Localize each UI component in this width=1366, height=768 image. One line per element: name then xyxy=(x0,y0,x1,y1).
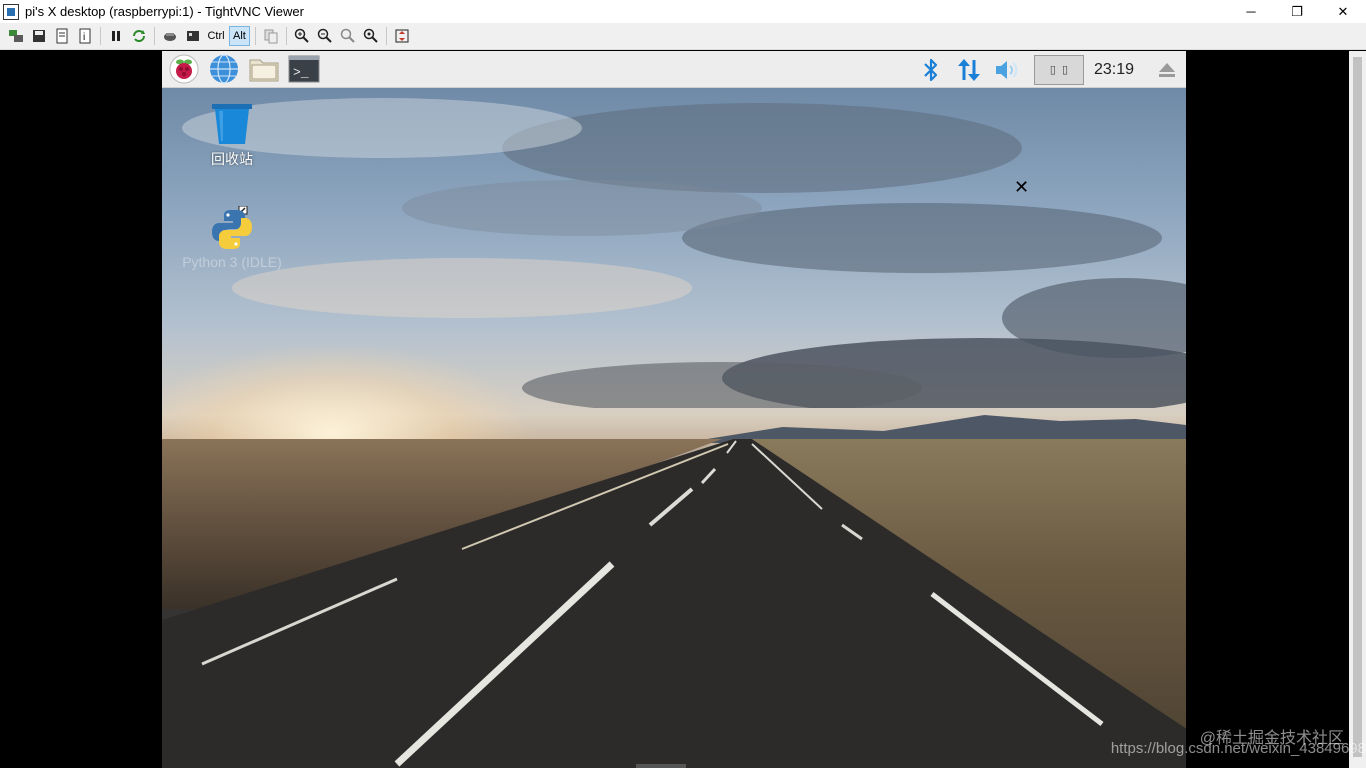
close-button[interactable]: ✕ xyxy=(1320,0,1366,23)
scrollbar-thumb[interactable] xyxy=(1353,57,1362,757)
ctrl-esc-icon[interactable] xyxy=(183,26,203,46)
road-lane-markings xyxy=(201,440,1104,767)
volume-icon[interactable] xyxy=(994,57,1020,83)
ctrl-alt-del-icon[interactable] xyxy=(160,26,180,46)
terminal-prompt-glyph: >_ xyxy=(293,65,309,80)
file-manager-icon[interactable] xyxy=(248,53,280,85)
zoom-in-icon[interactable] xyxy=(292,26,312,46)
refresh-icon[interactable] xyxy=(129,26,149,46)
window-title: pi's X desktop (raspberrypi:1) - TightVN… xyxy=(25,4,304,19)
toolbar-divider xyxy=(154,27,155,45)
ctrl-toggle[interactable]: Ctrl xyxy=(206,26,226,46)
toolbar-divider xyxy=(285,27,287,45)
toolbar-divider xyxy=(254,27,256,45)
minimize-button[interactable]: ─ xyxy=(1228,0,1274,23)
toolbar-divider xyxy=(385,27,387,45)
remote-desktop[interactable]: >_ ▯ ▯ 23:19 回收站 Python 3 (IDLE) ✕ xyxy=(162,51,1186,768)
bluetooth-icon[interactable] xyxy=(918,57,944,83)
panel-clock[interactable]: 23:19 xyxy=(1094,61,1134,79)
wallpaper-clouds xyxy=(182,98,1186,408)
x-cursor-icon: ✕ xyxy=(1014,177,1030,197)
workspace-2[interactable]: ▯ xyxy=(1062,63,1068,76)
info-icon[interactable]: i xyxy=(75,26,95,46)
workspace-switcher[interactable]: ▯ ▯ xyxy=(1033,54,1084,85)
zoom-auto-icon[interactable] xyxy=(361,26,381,46)
svg-text:i: i xyxy=(83,32,85,43)
network-icon[interactable] xyxy=(956,57,982,83)
eject-icon[interactable] xyxy=(1154,57,1180,83)
vertical-scrollbar[interactable] xyxy=(1349,51,1366,768)
window-titlebar: pi's X desktop (raspberrypi:1) - TightVN… xyxy=(0,0,1366,23)
python-idle-label: Python 3 (IDLE) xyxy=(182,254,282,270)
web-browser-icon[interactable] xyxy=(208,53,240,85)
trash-desktop-icon[interactable]: 回收站 xyxy=(177,101,287,169)
options-icon[interactable] xyxy=(52,26,72,46)
python-icon xyxy=(212,206,252,249)
terminal-icon[interactable]: >_ xyxy=(288,53,320,85)
horizontal-scroll-indicator[interactable] xyxy=(636,764,686,768)
raspberry-menu-icon[interactable] xyxy=(168,53,200,85)
taskbar-panel: >_ ▯ ▯ 23:19 xyxy=(162,51,1186,88)
workspace-1[interactable]: ▯ xyxy=(1050,63,1056,76)
fullscreen-icon[interactable] xyxy=(392,26,412,46)
watermark-url: https://blog.csdn.net/weixin_43849698 xyxy=(1110,740,1366,757)
new-connection-icon[interactable] xyxy=(6,26,26,46)
viewer-toolbar: i Ctrl Alt xyxy=(0,23,1366,50)
transfer-files-icon[interactable] xyxy=(261,26,281,46)
save-icon[interactable] xyxy=(29,26,49,46)
zoom-out-icon[interactable] xyxy=(315,26,335,46)
toolbar-divider xyxy=(100,27,101,45)
alt-toggle[interactable]: Alt xyxy=(229,26,250,46)
python-idle-desktop-icon[interactable]: Python 3 (IDLE) xyxy=(177,206,287,270)
panel-launchers: >_ xyxy=(168,53,320,85)
trash-icon xyxy=(212,104,252,144)
tightvnc-app-icon[interactable] xyxy=(3,3,19,20)
system-tray: ▯ ▯ 23:19 xyxy=(912,51,1186,88)
pause-icon[interactable] xyxy=(106,26,126,46)
trash-label: 回收站 xyxy=(211,151,253,167)
restore-button[interactable]: ❐ xyxy=(1274,0,1320,23)
zoom-100-icon[interactable] xyxy=(338,26,358,46)
window-controls: ─ ❐ ✕ xyxy=(1228,0,1366,23)
